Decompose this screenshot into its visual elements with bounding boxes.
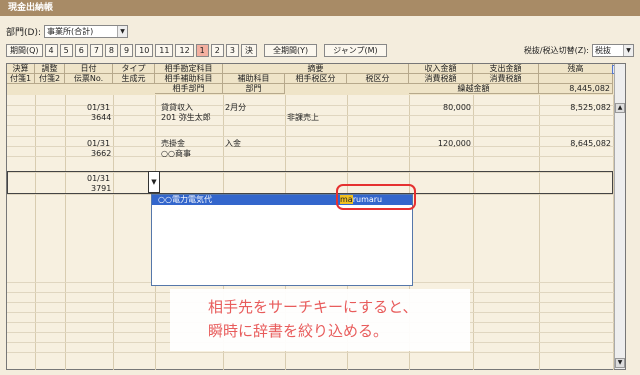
header-balance: 残高 [539,64,613,74]
header-source: 生成元 [113,74,155,84]
header-sub-account: 相手補助科目 [155,74,223,84]
header-income-tax: 消費税額 [409,74,473,84]
period-4[interactable]: 4 [44,43,58,57]
dept-select[interactable]: 事業所(合計) ▼ [44,24,128,38]
header-carry: 繰越金額 [409,84,539,94]
header-slip-no: 伝票No. [65,74,113,84]
period-11[interactable]: 11 [155,43,174,57]
header-tax: 税区分 [347,74,409,84]
row1-date[interactable]: 01/31 [87,103,110,113]
tax-label: 税抜/税込切替(Z): [523,45,589,55]
carry-balance: 8,445,082 [539,84,613,94]
header-closing: 決算 [7,64,35,74]
header-aux-account: 補助科目 [223,74,285,84]
row1-balance: 8,525,082 [570,103,611,112]
header-blank [539,74,613,84]
header-other-dept: 相手部門 [155,84,223,94]
callout-line2: 瞬時に辞書を絞り込める。 [208,322,389,340]
chevron-down-icon[interactable]: ▼ [117,25,127,37]
dept-label: 部門(D): [6,27,41,38]
row1-memo[interactable]: 2月分 [225,103,246,113]
row2-memo[interactable]: 入金 [225,139,241,149]
chevron-down-icon[interactable]: ▼ [623,44,633,56]
row2-income[interactable]: 120,000 [409,139,471,149]
period-1[interactable]: 1 [195,43,209,57]
period-toolbar: 期間(Q) 4 5 6 7 8 9 10 11 12 1 2 3 決 全期間(Y… [6,43,387,57]
header-dept: 部門 [223,84,285,94]
row2-slip[interactable]: 3662 [91,149,111,159]
period-3[interactable]: 3 [225,43,239,57]
period-2[interactable]: 2 [210,43,224,57]
header-tag2: 付箋2 [35,74,65,84]
grid-header: 決算 調整 日付 タイプ 相手勘定科目 摘要 収入金額 支出金額 残高 付箋1 … [7,64,625,95]
callout-line1: 相手先をサーチキーにすると、 [208,298,418,316]
period-5[interactable]: 5 [59,43,73,57]
period-closing[interactable]: 決 [240,43,257,57]
active-row-outline [7,171,613,194]
header-tag1: 付箋1 [7,74,35,84]
row1-income[interactable]: 80,000 [409,103,471,113]
row2-sub[interactable]: ○○商事 [161,149,191,159]
vertical-scrollbar[interactable]: ▲ ▼ [614,64,625,369]
row1-slip[interactable]: 3644 [91,113,111,123]
row2-balance: 8,645,082 [570,139,611,148]
row1-account[interactable]: 貸貸収入 [161,103,193,113]
header-account: 相手勘定科目 [155,64,223,74]
dept-row: 部門(D): 事業所(合計) ▼ [6,24,128,38]
row1-sub[interactable]: 201 弥生太郎 [161,113,211,123]
highlight-circle [336,184,416,210]
period-12[interactable]: 12 [175,43,194,57]
account-dropdown-toggle[interactable]: ▼ [148,171,160,193]
all-periods-button[interactable]: 全期間(Y) [263,43,318,57]
header-memo: 摘要 [223,64,409,74]
header-other-tax: 相手税区分 [285,74,347,84]
dept-value: 事業所(合計) [47,26,94,36]
period-8[interactable]: 8 [104,43,119,57]
period-9[interactable]: 9 [120,43,134,57]
header-adjust: 調整 [35,64,65,74]
row2-account[interactable]: 売掛金 [161,139,185,149]
header-type: タイプ [113,64,155,74]
window-title: 現金出納帳 [0,0,640,16]
period-7[interactable]: 7 [89,43,103,57]
header-income: 収入金額 [409,64,473,74]
row1-tax[interactable]: 非課売上 [287,113,319,123]
period-10[interactable]: 10 [135,43,154,57]
header-expense: 支出金額 [473,64,539,74]
suggestion-name: ○○電力電気代 [158,195,212,204]
period-6[interactable]: 6 [74,43,88,57]
jump-button[interactable]: ジャンプ(M) [324,43,387,57]
scroll-down-icon[interactable]: ▼ [615,358,625,368]
scroll-up-icon[interactable]: ▲ [615,103,625,113]
header-expense-tax: 消費税額 [473,74,539,84]
tax-toggle-row: 税抜/税込切替(Z): 税抜 ▼ [524,43,634,57]
row2-date[interactable]: 01/31 [87,139,110,149]
header-date: 日付 [65,64,113,74]
annotation-callout: 相手先をサーチキーにすると、 瞬時に辞書を絞り込める。 [170,289,470,351]
period-button[interactable]: 期間(Q) [6,43,43,57]
tax-select[interactable]: 税抜 ▼ [592,43,634,57]
tax-value: 税抜 [595,45,611,55]
